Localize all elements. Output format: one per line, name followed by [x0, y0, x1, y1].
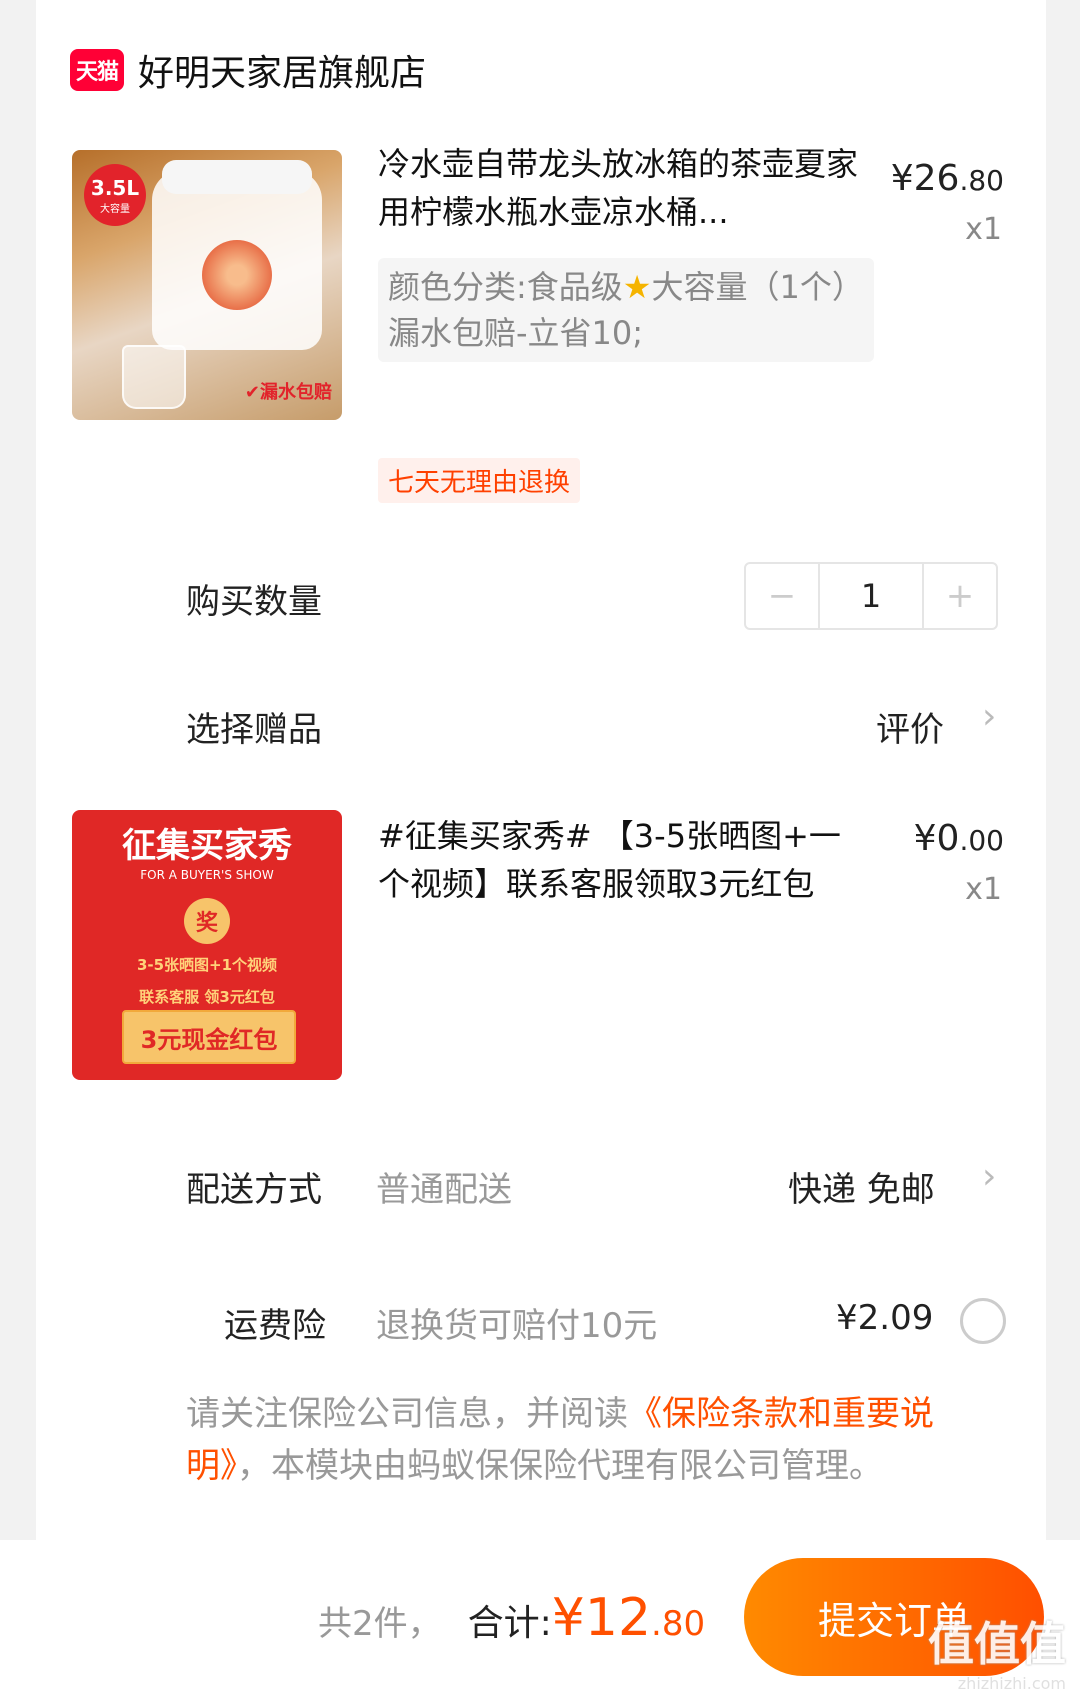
total-main: ¥12	[551, 1588, 652, 1648]
increase-button[interactable]: +	[924, 564, 996, 628]
notice-text-2: ，本模块由蚂蚁保保险代理有限公司管理。	[237, 1446, 883, 1486]
total-label: 合计:	[467, 1603, 552, 1644]
glass-shape	[122, 345, 186, 409]
delivery-option[interactable]: 快递 免邮	[788, 1162, 935, 1211]
shop-name[interactable]: 好明天家居旗舰店	[138, 44, 426, 96]
gift-title[interactable]: #征集买家秀# 【3-5张晒图+一个视频】联系客服领取3元红包	[378, 812, 868, 908]
product-image[interactable]: 3.5L 大容量 ✔漏水包赔	[72, 150, 342, 420]
price-main: ¥26	[890, 158, 960, 199]
chevron-right-icon[interactable]: ›	[982, 696, 996, 737]
gift-price: ¥0.00	[914, 818, 1004, 859]
gift-review-link[interactable]: 评价	[876, 702, 944, 751]
gift-label[interactable]: 选择赠品	[186, 702, 322, 751]
insurance-description: 退换货可赔付10元	[376, 1306, 658, 1346]
quantity-value[interactable]: 1	[818, 564, 924, 628]
total-decimal: .80	[651, 1604, 706, 1644]
gift-image-button: 3元现金红包	[122, 1010, 296, 1064]
shop-header[interactable]: 天猫 好明天家居旗舰店	[70, 40, 426, 100]
product-qty: x1	[965, 212, 1002, 247]
item-count: 共2件，	[318, 1604, 442, 1644]
star-icon: ★	[622, 268, 652, 306]
capacity-value: 3.5L	[90, 175, 140, 200]
insurance-label: 运费险	[224, 1306, 326, 1346]
sku-prefix: 颜色分类:食品级	[388, 268, 623, 306]
leak-guarantee-label: ✔漏水包赔	[244, 382, 332, 403]
delivery-method: 普通配送	[376, 1170, 512, 1210]
kettle-lid-shape	[162, 160, 312, 194]
gift-image-line1: 3-5张晒图+1个视频	[136, 956, 278, 974]
insurance-price: ¥2.09	[836, 1298, 934, 1338]
gift-image-title: 征集买家秀	[122, 826, 292, 866]
insurance-notice: 请关注保险公司信息，并阅读《保险条款和重要说明》，本模块由蚂蚁保保险代理有限公司…	[186, 1388, 1016, 1492]
sku-box[interactable]: 颜色分类:食品级★大容量（1个）漏水包赔-立省10;	[378, 258, 874, 362]
capacity-label: 大容量	[100, 203, 130, 215]
gift-image[interactable]: 征集买家秀 FOR A BUYER'S SHOW 奖 3-5张晒图+1个视频 联…	[72, 810, 342, 1080]
notice-text-1: 请关注保险公司信息，并阅读	[186, 1394, 628, 1434]
total-amount: ¥12.80	[552, 1588, 705, 1648]
tmall-logo-icon: 天猫	[70, 49, 124, 91]
product-title[interactable]: 冷水壶自带龙头放冰箱的茶壶夏家用柠檬水瓶水壶凉水桶...	[378, 140, 868, 236]
delivery-label: 配送方式	[186, 1170, 322, 1210]
gift-image-line2: 联系客服 领3元红包	[139, 988, 275, 1006]
gift-image-subtitle: FOR A BUYER'S SHOW	[140, 868, 274, 882]
quantity-stepper[interactable]: − 1 +	[744, 562, 998, 630]
watermark-url: zhizhizhi.com	[957, 1674, 1066, 1693]
price-decimal: .80	[959, 164, 1004, 197]
chevron-right-icon[interactable]: ›	[982, 1156, 996, 1197]
quantity-label: 购买数量	[186, 582, 322, 622]
insurance-radio[interactable]	[960, 1298, 1006, 1344]
gift-price-decimal: .00	[959, 824, 1004, 857]
orange-slice-shape	[202, 240, 272, 310]
watermark-logo: 值值值	[928, 1617, 1066, 1671]
return-policy-tag: 七天无理由退换	[378, 458, 581, 503]
medal-icon: 奖	[184, 898, 230, 944]
product-price: ¥26.80	[891, 158, 1004, 199]
capacity-badge: 3.5L 大容量	[84, 164, 146, 226]
decrease-button[interactable]: −	[746, 564, 818, 628]
gift-price-main: ¥0	[913, 818, 960, 859]
watermark: 值值值 zhizhizhi.com	[928, 1608, 1066, 1693]
gift-qty: x1	[965, 872, 1002, 907]
order-total: 共2件， 合计: ¥12.80	[318, 1588, 705, 1648]
